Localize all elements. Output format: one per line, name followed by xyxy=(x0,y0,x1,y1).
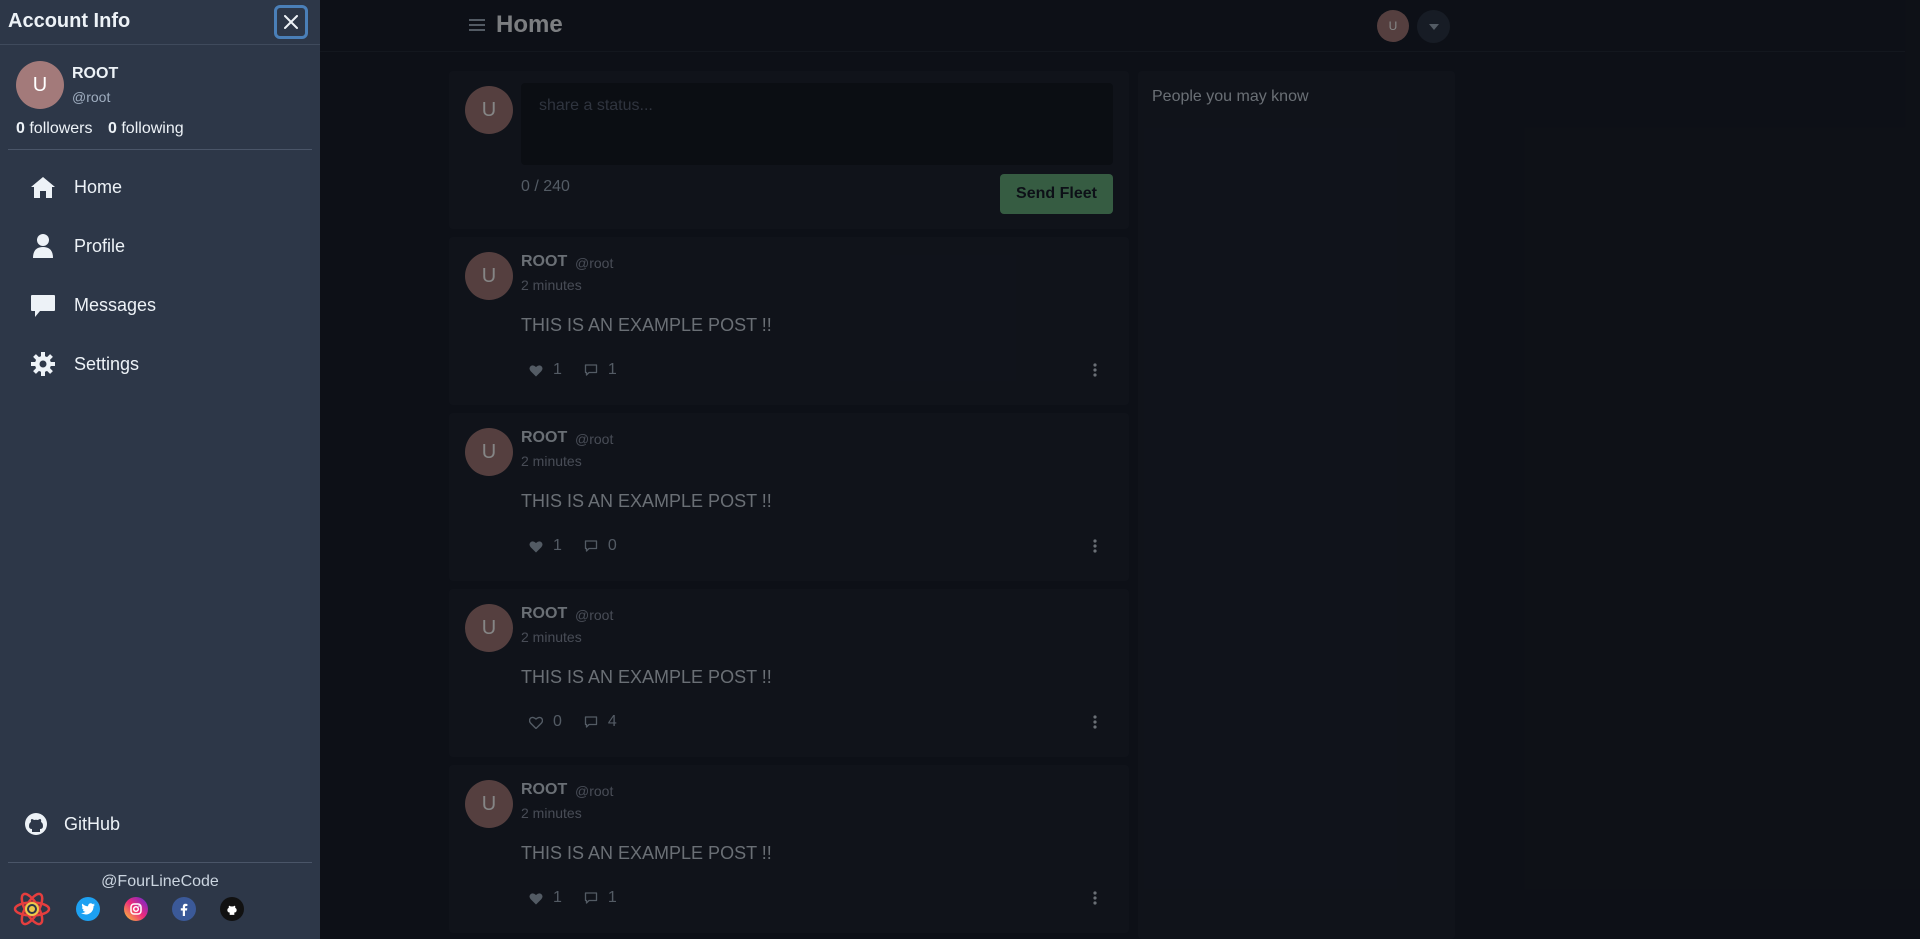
nav-item-profile[interactable]: Profile xyxy=(30,226,125,266)
instagram-icon[interactable] xyxy=(124,897,148,921)
account-drawer: Account Info U ROOT @root 0 followers 0 … xyxy=(0,0,320,939)
facebook-icon[interactable] xyxy=(172,897,196,921)
followers-label: followers xyxy=(29,120,93,137)
drawer-avatar[interactable]: U xyxy=(16,61,64,109)
nav-item-label: Messages xyxy=(74,294,157,315)
home-icon xyxy=(31,177,55,198)
nav-item-home[interactable]: Home xyxy=(30,167,122,207)
drawer-title: Account Info xyxy=(8,10,131,32)
divider xyxy=(8,149,312,150)
followers-stat[interactable]: 0 followers xyxy=(16,120,93,138)
following-label: following xyxy=(121,120,184,137)
user-icon xyxy=(33,234,53,258)
nav-item-label: Profile xyxy=(74,235,126,256)
gear-icon xyxy=(31,352,55,376)
divider xyxy=(8,862,312,863)
following-stat[interactable]: 0 following xyxy=(108,120,184,138)
nav-item-settings[interactable]: Settings xyxy=(30,344,139,384)
github-icon xyxy=(25,813,47,835)
drawer-user-handle: @root xyxy=(72,89,111,105)
github-link[interactable]: GitHub xyxy=(24,807,120,841)
close-icon xyxy=(284,15,298,29)
divider xyxy=(0,44,320,45)
followers-count: 0 xyxy=(16,120,25,137)
react-icon[interactable] xyxy=(12,889,52,929)
github-label: GitHub xyxy=(64,813,121,834)
nav-item-label: Home xyxy=(74,176,123,197)
following-count: 0 xyxy=(108,120,117,137)
drawer-user-name: ROOT xyxy=(72,65,119,82)
close-button[interactable] xyxy=(274,5,308,39)
message-icon xyxy=(31,295,55,317)
twitter-icon[interactable] xyxy=(76,897,100,921)
nav-item-messages[interactable]: Messages xyxy=(30,285,156,325)
nav-item-label: Settings xyxy=(74,353,140,374)
github-social-icon[interactable] xyxy=(220,897,244,921)
